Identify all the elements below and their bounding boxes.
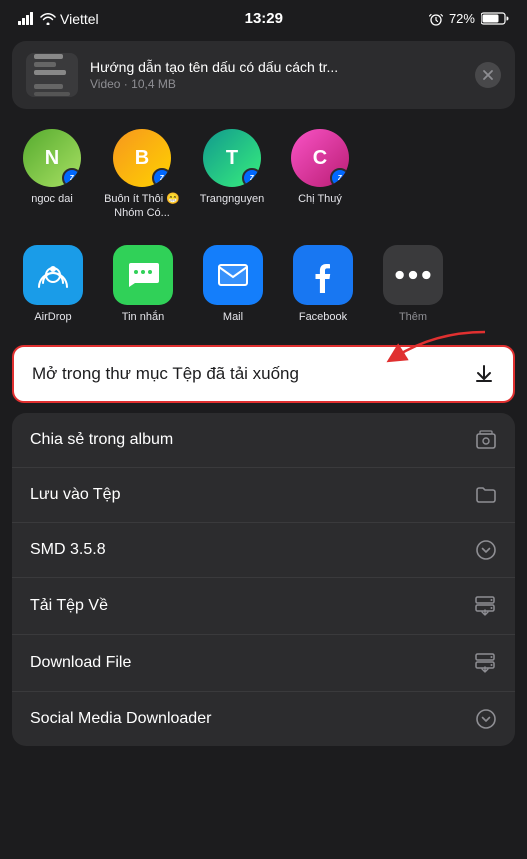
contact-name: Trangnguyen — [200, 192, 264, 206]
app-label: Facebook — [299, 311, 347, 323]
airdrop-icon — [35, 257, 71, 293]
notif-title: Hướng dẫn tạo tên dấu có dấu cách tr... — [90, 59, 430, 75]
notification-card[interactable]: Hướng dẫn tạo tên dấu có dấu cách tr... … — [12, 41, 515, 109]
album-icon — [475, 429, 497, 451]
avatar: B Z — [113, 129, 171, 187]
smd-item[interactable]: SMD 3.5.8 — [12, 523, 515, 578]
more-icon — [383, 245, 443, 305]
tai-tep-ve-item[interactable]: Tải Tệp Về — [12, 578, 515, 635]
list-item[interactable]: Thêm — [368, 241, 458, 327]
contact-name: ngoc dai — [31, 192, 73, 206]
mail-app-icon — [203, 245, 263, 305]
app-label: Tin nhắn — [122, 311, 164, 323]
list-item[interactable]: Facebook — [278, 241, 368, 327]
server-icon — [473, 594, 497, 618]
status-bar: Viettel 13:29 72% — [0, 0, 527, 33]
list-item[interactable]: Mail — [188, 241, 278, 327]
avatar: T Z — [203, 129, 261, 187]
download-app-icon — [473, 594, 497, 618]
messages-icon — [125, 257, 161, 293]
contact-name: Buôn ít Thôi 😁 Nhóm Có... — [102, 192, 182, 221]
action-label: SMD 3.5.8 — [30, 541, 106, 559]
social-chevron-down-icon — [475, 708, 497, 730]
list-item[interactable]: T Z Trangnguyen — [188, 125, 276, 225]
airdrop-app-icon — [23, 245, 83, 305]
list-item[interactable]: B Z Buôn ít Thôi 😁 Nhóm Có... — [96, 125, 188, 225]
folder-icon-svg — [475, 484, 497, 506]
notif-info: Hướng dẫn tạo tên dấu có dấu cách tr... … — [90, 59, 463, 91]
avatar: N Z — [23, 129, 81, 187]
more-app-icon — [383, 245, 443, 305]
action-label: Chia sẻ trong album — [30, 431, 173, 449]
app-label: Mail — [223, 311, 243, 323]
facebook-app-icon — [293, 245, 353, 305]
social-media-downloader-item[interactable]: Social Media Downloader — [12, 692, 515, 746]
list-item[interactable]: N Z ngoc dai — [8, 125, 96, 225]
zalo-badge: Z — [242, 168, 261, 187]
zalo-badge: Z — [62, 168, 81, 187]
status-carrier: Viettel — [18, 11, 99, 27]
mail-icon — [215, 257, 251, 293]
zalo-badge: Z — [330, 168, 349, 187]
notif-thumbnail — [26, 53, 78, 97]
action-label: Social Media Downloader — [30, 710, 211, 728]
wifi-icon — [40, 13, 56, 25]
zalo-badge: Z — [152, 168, 171, 187]
app-label: Thêm — [399, 311, 427, 323]
facebook-icon — [305, 257, 341, 293]
download-file-icon — [473, 651, 497, 675]
chevron-circle-icon — [475, 539, 497, 561]
action-label: Lưu vào Tệp — [30, 486, 120, 504]
list-item[interactable]: AirDrop — [8, 241, 98, 327]
notif-close-button[interactable] — [475, 62, 501, 88]
avatar: C Z — [291, 129, 349, 187]
notif-subtitle: Video · 10,4 MB — [90, 77, 463, 91]
messages-app-icon — [113, 245, 173, 305]
apps-row: AirDrop Tin nhắn Mail — [0, 235, 527, 337]
action-label: Tải Tệp Về — [30, 597, 108, 615]
contact-name: Chị Thuý — [298, 192, 342, 206]
alarm-icon — [429, 12, 443, 26]
album-icon-svg — [475, 429, 497, 451]
status-right: 72% — [429, 11, 509, 26]
close-icon — [482, 69, 494, 81]
signal-icon — [18, 12, 36, 25]
status-time: 13:29 — [245, 10, 283, 27]
list-item[interactable]: C Z Chị Thuý — [276, 125, 364, 225]
save-file-item[interactable]: Lưu vào Tệp — [12, 468, 515, 523]
share-album-item[interactable]: Chia sẻ trong album — [12, 413, 515, 468]
action-label: Download File — [30, 654, 131, 672]
list-item[interactable]: Tin nhắn — [98, 241, 188, 327]
app-label: AirDrop — [34, 311, 71, 323]
action-label: Mở trong thư mục Tệp đã tải xuống — [32, 364, 299, 384]
download-file-item[interactable]: Download File — [12, 635, 515, 692]
red-arrow-annotation — [355, 327, 495, 377]
server-download-icon — [473, 651, 497, 675]
chevron-circle2-icon — [475, 708, 497, 730]
contacts-row: N Z ngoc dai B Z Buôn ít Thôi 😁 Nhóm Có.… — [0, 117, 527, 235]
action-list: Chia sẻ trong album Lưu vào Tệp SMD 3.5.… — [12, 413, 515, 746]
battery-icon — [481, 12, 509, 25]
folder-icon — [475, 484, 497, 506]
chevron-down-icon — [475, 539, 497, 561]
